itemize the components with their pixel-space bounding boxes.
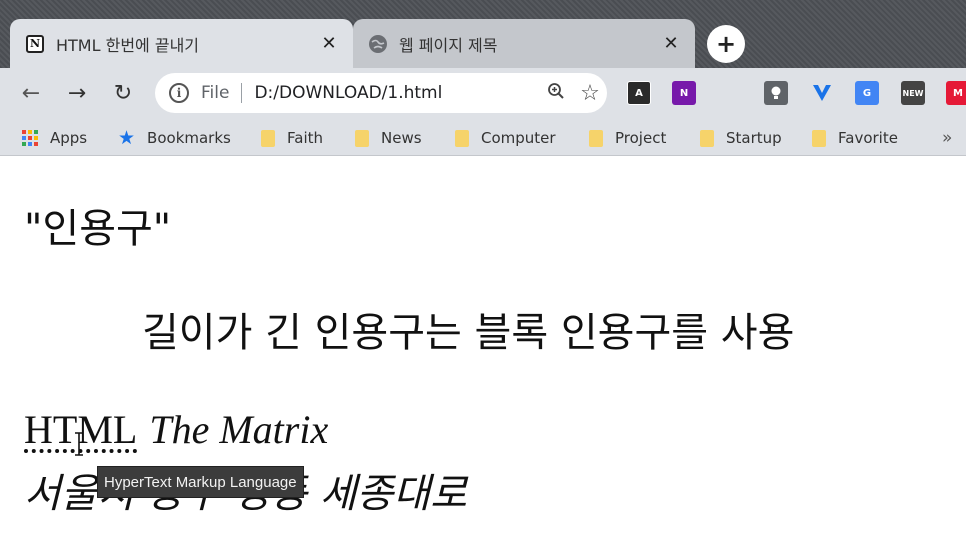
address-bar[interactable]: i File D:/DOWNLOAD/1.html ☆: [155, 73, 607, 113]
bookmark-label: Apps: [50, 129, 88, 147]
url-scheme: File: [201, 83, 230, 103]
onenote-ext-icon[interactable]: N: [672, 81, 696, 105]
url-separator: [241, 83, 243, 103]
bookmark-bookmarks[interactable]: ★ Bookmarks: [118, 120, 231, 156]
bookmark-folder-faith[interactable]: Faith: [261, 120, 323, 156]
tab-strip: N HTML 한번에 끝내기 ✕ 웹 페이지 제목 ✕ +: [0, 0, 966, 68]
browser-toolbar: ← → ↻ i File D:/DOWNLOAD/1.html ☆ A N G …: [0, 68, 966, 120]
new-tab-button[interactable]: +: [707, 25, 745, 63]
bookmark-folder-startup[interactable]: Startup: [700, 120, 782, 156]
bookmark-label: Computer: [481, 129, 556, 147]
reload-button[interactable]: ↻: [106, 76, 140, 110]
bookmark-folder-project[interactable]: Project: [589, 120, 666, 156]
bookmark-folder-news[interactable]: News: [355, 120, 422, 156]
bookmark-label: Faith: [287, 129, 323, 147]
keep-ext-icon[interactable]: [764, 81, 788, 105]
tab-web-page-title[interactable]: 웹 페이지 제목 ✕: [353, 19, 695, 68]
bookmark-label: Startup: [726, 129, 782, 147]
tab-title: 웹 페이지 제목: [399, 35, 498, 55]
bookmark-label: Favorite: [838, 129, 898, 147]
folder-icon: [355, 129, 369, 147]
page-content: "인용구" 길이가 긴 인용구는 블록 인용구를 사용 HTML The Matr…: [0, 156, 966, 542]
folder-icon: [700, 129, 714, 147]
blockquote: 길이가 긴 인용구는 블록 인용구를 사용: [142, 310, 795, 356]
abbr-cite-line: HTML The Matrix: [24, 406, 328, 453]
bookmark-label: News: [381, 129, 422, 147]
translate-ext-icon[interactable]: G: [855, 81, 879, 105]
zoom-icon[interactable]: [539, 82, 573, 105]
forward-button[interactable]: →: [60, 76, 94, 110]
close-icon[interactable]: ✕: [319, 33, 339, 54]
folder-icon: [812, 129, 826, 147]
folder-icon: [455, 129, 469, 147]
tab-title: HTML 한번에 끝내기: [56, 35, 200, 55]
bookmark-folder-computer[interactable]: Computer: [455, 120, 556, 156]
url-text[interactable]: D:/DOWNLOAD/1.html: [254, 83, 539, 103]
bookmark-apps[interactable]: Apps: [22, 120, 87, 156]
font-a-ext-icon[interactable]: A: [627, 81, 651, 105]
meetup-ext-icon[interactable]: M: [946, 81, 966, 105]
cite-title: The Matrix: [149, 407, 329, 452]
notion-icon: N: [26, 34, 44, 53]
bookmarks-overflow-chevron-icon[interactable]: »: [942, 120, 952, 156]
text-cursor-icon: [75, 432, 83, 456]
globe-icon: [369, 34, 387, 53]
star-icon: ★: [118, 127, 136, 149]
tab-html-course[interactable]: N HTML 한번에 끝내기 ✕: [10, 19, 353, 68]
apps-icon: [22, 130, 38, 146]
abbr-tooltip: HyperText Markup Language: [97, 466, 304, 498]
v-ext-icon[interactable]: [810, 81, 834, 105]
bookmarks-bar: Apps ★ Bookmarks Faith News Computer Pro…: [0, 120, 966, 156]
bookmark-label: Bookmarks: [147, 129, 231, 147]
folder-icon: [261, 129, 275, 147]
new-ext-icon[interactable]: NEW: [901, 81, 925, 105]
bookmark-star-icon[interactable]: ☆: [573, 81, 607, 106]
info-icon[interactable]: i: [169, 83, 189, 103]
folder-icon: [589, 129, 603, 147]
inline-quote: "인용구": [24, 206, 172, 252]
close-icon[interactable]: ✕: [661, 33, 681, 54]
bookmark-folder-favorite[interactable]: Favorite: [812, 120, 898, 156]
back-button[interactable]: ←: [14, 76, 48, 110]
bookmark-label: Project: [615, 129, 667, 147]
